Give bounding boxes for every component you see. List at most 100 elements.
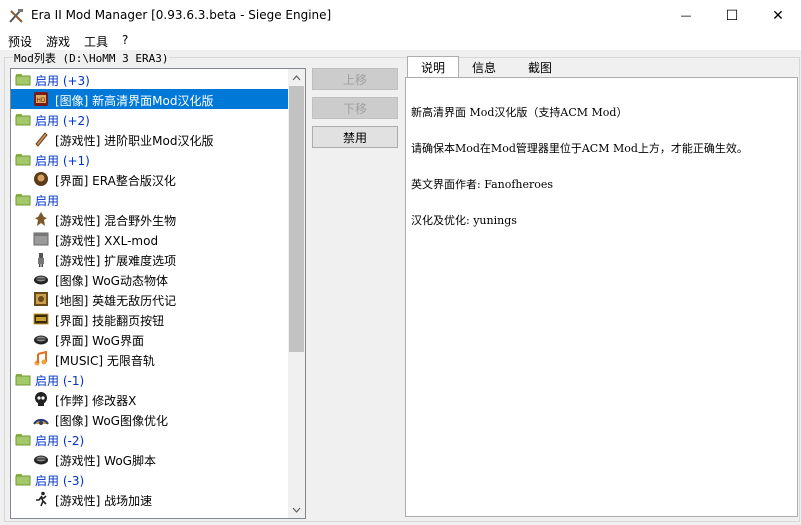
scroll-up-arrow[interactable] <box>288 69 305 86</box>
mod-item[interactable]: [图像] WoG图像优化 <box>11 409 288 429</box>
skull-icon <box>35 392 47 406</box>
group-header[interactable]: 启用 <box>11 189 288 209</box>
mod-item[interactable]: [界面] ERA整合版汉化 <box>11 169 288 189</box>
mod-item[interactable]: [游戏性] WoG脚本 <box>11 449 288 469</box>
mod-item[interactable]: [作弊] 修改器X <box>11 389 288 409</box>
skill-button-icon <box>33 313 49 325</box>
mod-item[interactable]: [游戏性] 战场加速 <box>11 489 288 509</box>
group-header[interactable]: 启用 (-2) <box>11 429 288 449</box>
chevron-up-icon <box>292 74 301 80</box>
description-text: 新高清界面 Mod汉化版（支持ACM Mod） 请确保本Mod在Mod管理器里位… <box>411 83 748 251</box>
close-button[interactable]: ✕ <box>755 0 801 31</box>
creature-icon <box>35 212 47 226</box>
menu-tools[interactable]: 工具 <box>84 33 108 50</box>
wog-icon <box>34 275 48 285</box>
group-label: 启用 <box>35 194 60 208</box>
group-header[interactable]: 启用 (-1) <box>11 369 288 389</box>
disable-button[interactable]: 禁用 <box>312 126 398 148</box>
mod-label: [游戏性] 进阶职业Mod汉化版 <box>55 134 214 148</box>
mod-label: [界面] WoG界面 <box>55 334 144 348</box>
tab-screenshots[interactable]: 截图 <box>515 57 565 77</box>
mod-item[interactable]: [游戏性] 扩展难度选项 <box>11 249 288 269</box>
wog-icon <box>34 455 48 465</box>
tools-icon <box>9 9 23 23</box>
mod-item[interactable]: [界面] WoG界面 <box>11 329 288 349</box>
move-down-button[interactable]: 下移 <box>312 97 398 119</box>
mod-label: [游戏性] 战场加速 <box>55 494 153 508</box>
window-title: Era II Mod Manager [0.93.6.3.beta - Sieg… <box>31 8 332 22</box>
mod-list-label: Mod列表 (D:\HoMM 3 ERA3) <box>13 50 170 66</box>
group-label: 启用 (-2) <box>35 434 85 448</box>
tab-description[interactable]: 说明 <box>407 56 459 78</box>
menu-help[interactable]: ? <box>122 33 128 47</box>
menu-game[interactable]: 游戏 <box>46 33 70 50</box>
grey-box-icon <box>33 232 49 246</box>
folder-icon <box>15 154 31 166</box>
mod-label: [游戏性] 混合野外生物 <box>55 214 177 228</box>
mod-label: [作弊] 修改器X <box>55 394 137 408</box>
mod-label: [地图] 英雄无敌历代记 <box>55 294 177 308</box>
description-line: 新高清界面 Mod汉化版（支持ACM Mod） <box>411 106 628 119</box>
mod-label: [界面] 技能翻页按钮 <box>55 314 165 328</box>
folder-icon <box>15 474 31 486</box>
svg-text:HD: HD <box>36 97 46 104</box>
menu-bar: 预设 游戏 工具 ? <box>0 31 801 50</box>
runner-icon <box>36 491 47 507</box>
group-label: 启用 (+3) <box>35 74 90 88</box>
mod-item[interactable]: [图像] WoG动态物体 <box>11 269 288 289</box>
mod-label: [游戏性] 扩展难度选项 <box>55 254 177 268</box>
mod-item[interactable]: [地图] 英雄无敌历代记 <box>11 289 288 309</box>
mod-item[interactable]: [游戏性] 进阶职业Mod汉化版 <box>11 129 288 149</box>
mod-label: [游戏性] XXL-mod <box>55 234 159 248</box>
mod-label: [图像] WoG动态物体 <box>55 274 168 288</box>
mod-item[interactable]: [界面] 技能翻页按钮 <box>11 309 288 329</box>
folder-icon <box>15 434 31 446</box>
move-up-button[interactable]: 上移 <box>312 68 398 90</box>
mod-label: [MUSIC] 无限音轨 <box>55 354 155 368</box>
menu-presets[interactable]: 预设 <box>8 33 32 50</box>
description-line: 请确保本Mod在Mod管理器里位于ACM Mod上方，才能正确生效。 <box>411 142 748 155</box>
fan-icon <box>33 418 49 425</box>
folder-icon <box>15 374 31 386</box>
mod-item[interactable]: [MUSIC] 无限音轨 <box>11 349 288 369</box>
close-icon: ✕ <box>772 7 784 24</box>
portrait-icon <box>34 172 48 186</box>
mod-item[interactable]: [游戏性] 混合野外生物 <box>11 209 288 229</box>
chevron-down-icon <box>292 507 301 513</box>
maximize-button[interactable]: ☐ <box>709 0 755 31</box>
maximize-icon: ☐ <box>725 7 739 24</box>
scroll-down-arrow[interactable] <box>288 501 305 518</box>
description-line: 英文界面作者: Fanofheroes <box>411 178 554 191</box>
description-line: 汉化及优化: yunings <box>411 214 517 227</box>
knight-icon <box>38 253 44 267</box>
group-header[interactable]: 启用 (+3) <box>11 69 288 89</box>
group-header[interactable]: 启用 (+1) <box>11 149 288 169</box>
minimize-icon: — <box>680 9 692 22</box>
title-bar: Era II Mod Manager [0.93.6.3.beta - Sieg… <box>0 0 801 31</box>
chronicles-icon <box>34 292 48 306</box>
wog-icon <box>34 335 48 345</box>
mod-item[interactable]: [游戏性] XXL-mod <box>11 229 288 249</box>
group-label: 启用 (+1) <box>35 154 90 168</box>
music-icon <box>34 351 47 366</box>
mod-label: [界面] ERA整合版汉化 <box>55 174 176 188</box>
folder-icon <box>15 74 31 86</box>
mod-list[interactable]: 启用 (+3) HD [图像] 新高清界面Mod汉化版启用 (+2) [游戏性] 进阶… <box>10 68 306 519</box>
mod-label: [图像] 新高清界面Mod汉化版 <box>55 94 214 108</box>
group-header[interactable]: 启用 (+2) <box>11 109 288 129</box>
scroll-thumb[interactable] <box>289 86 304 352</box>
group-label: 启用 (+2) <box>35 114 90 128</box>
group-label: 启用 (-3) <box>35 474 85 488</box>
group-header[interactable]: 启用 (-3) <box>11 469 288 489</box>
folder-icon <box>15 114 31 126</box>
vertical-scrollbar[interactable] <box>288 69 305 518</box>
mod-label: [游戏性] WoG脚本 <box>55 454 156 468</box>
folder-icon <box>15 194 31 206</box>
minimize-button[interactable]: — <box>663 0 709 31</box>
group-label: 启用 (-1) <box>35 374 85 388</box>
hd-mod-icon: HD <box>34 92 48 106</box>
scroll-icon <box>35 132 48 147</box>
tab-info[interactable]: 信息 <box>461 57 507 77</box>
description-panel: 新高清界面 Mod汉化版（支持ACM Mod） 请确保本Mod在Mod管理器里位… <box>405 77 798 517</box>
mod-item[interactable]: HD [图像] 新高清界面Mod汉化版 <box>11 89 288 109</box>
